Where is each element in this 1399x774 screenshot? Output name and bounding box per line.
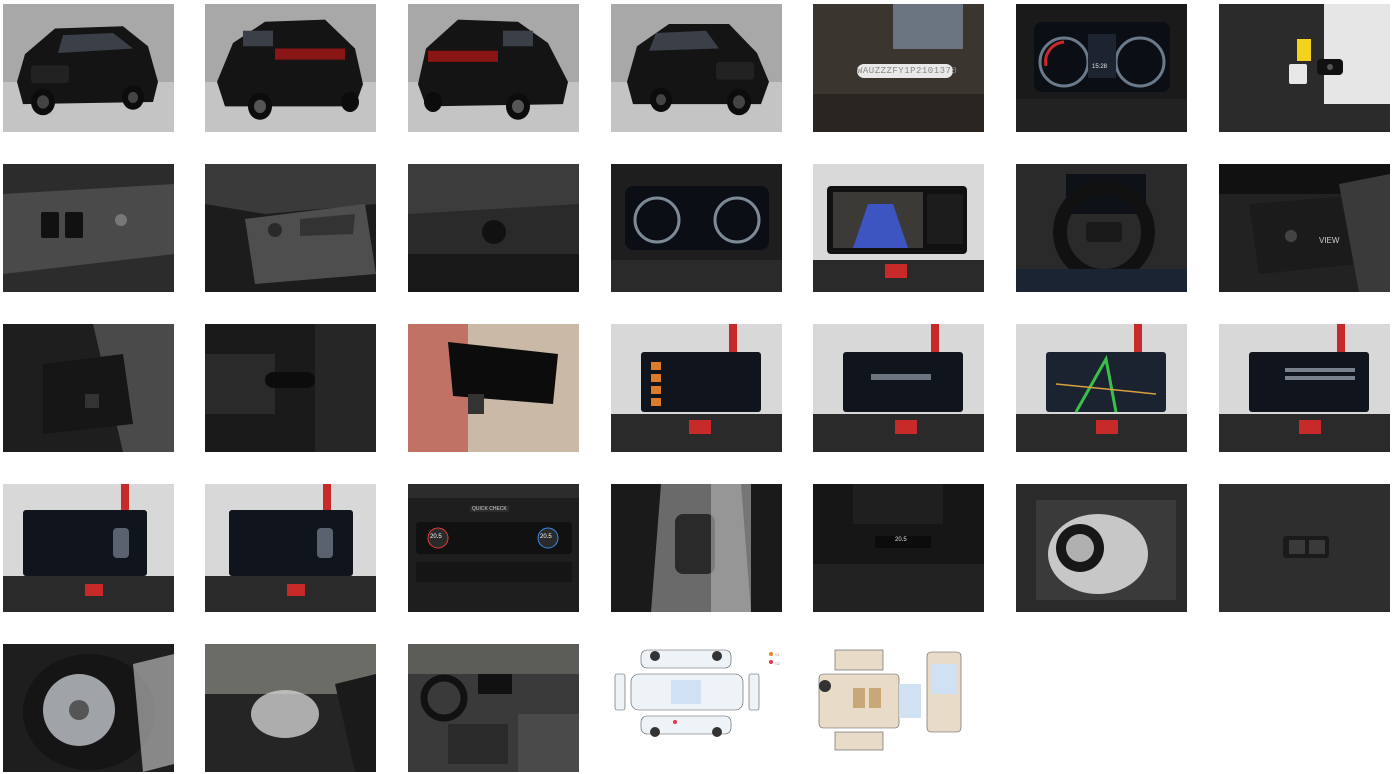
thumbnail-reverse-camera[interactable] bbox=[813, 164, 984, 292]
thumbnail-mmi-media[interactable] bbox=[611, 324, 782, 452]
thumbnail-rearview-mirror[interactable] bbox=[408, 324, 579, 452]
thumbnail-trunk-button[interactable] bbox=[1219, 484, 1390, 612]
thumbnail-exterior-rear-right[interactable] bbox=[408, 4, 579, 132]
legend-label-s1: S1 bbox=[775, 652, 780, 657]
thumbnail-mmi-phone[interactable] bbox=[813, 324, 984, 452]
thumbnail-steering-controls-left[interactable] bbox=[3, 324, 174, 452]
thumbnail-steering-wheel[interactable] bbox=[1016, 164, 1187, 292]
thumbnail-mmi-parking-assist[interactable] bbox=[205, 484, 376, 612]
thumbnail-exterior-front-left[interactable] bbox=[3, 4, 174, 132]
climate-temp-left: 20.5 bbox=[430, 534, 442, 540]
thumbnail-vin-plate[interactable]: WAUZZZFY1P2101378 bbox=[813, 4, 984, 132]
thumbnail-exterior-front-right[interactable] bbox=[611, 4, 782, 132]
thumbnail-rear-climate[interactable]: 20.5 bbox=[813, 484, 984, 612]
thumbnail-spare-wheel[interactable] bbox=[3, 644, 174, 772]
vin-plate-text: WAUZZZFY1P2101378 bbox=[857, 64, 958, 78]
thumbnail-climate-control[interactable]: QUICK CHECK 20.5 20.5 bbox=[408, 484, 579, 612]
thumbnail-steering-controls-right[interactable]: VIEW bbox=[1219, 164, 1390, 292]
thumbnail-light-stalk[interactable] bbox=[205, 324, 376, 452]
photo-gallery: WAUZZZFY1P2101378 15:28 VIEW QUICK CHECK… bbox=[3, 4, 1393, 774]
thumbnail-mmi-connectivity[interactable] bbox=[1219, 324, 1390, 452]
thumbnail-keys-and-manual[interactable] bbox=[1219, 4, 1390, 132]
thumbnail-seat-adjustment[interactable] bbox=[205, 164, 376, 292]
thumbnail-instrument-cluster[interactable]: 15:28 bbox=[1016, 4, 1187, 132]
thumbnail-light-switch[interactable] bbox=[408, 164, 579, 292]
thumbnail-cluster-ready[interactable] bbox=[611, 164, 782, 292]
rear-climate-temp: 20.5 bbox=[895, 537, 907, 543]
view-button-label: VIEW bbox=[1319, 236, 1340, 245]
thumbnail-mmi-navigation[interactable] bbox=[1016, 324, 1187, 452]
legend-label-s2: S2 bbox=[775, 661, 780, 666]
cluster-time: 15:28 bbox=[1092, 64, 1108, 70]
damage-diagram-exterior[interactable]: S1 S2 bbox=[611, 644, 782, 772]
climate-temp-right: 20.5 bbox=[540, 534, 552, 540]
thumbnail-door-window-controls[interactable] bbox=[3, 164, 174, 292]
quick-check-badge: QUICK CHECK bbox=[470, 506, 509, 512]
thumbnail-dashboard-overview[interactable] bbox=[408, 644, 579, 772]
thumbnail-exterior-rear-left[interactable] bbox=[205, 4, 376, 132]
thumbnail-rear-seats[interactable] bbox=[205, 644, 376, 772]
thumbnail-trunk-wheels[interactable] bbox=[1016, 484, 1187, 612]
thumbnail-mmi-driver-assist[interactable] bbox=[3, 484, 174, 612]
thumbnail-gear-selector[interactable] bbox=[611, 484, 782, 612]
damage-diagram-interior[interactable] bbox=[813, 644, 984, 772]
